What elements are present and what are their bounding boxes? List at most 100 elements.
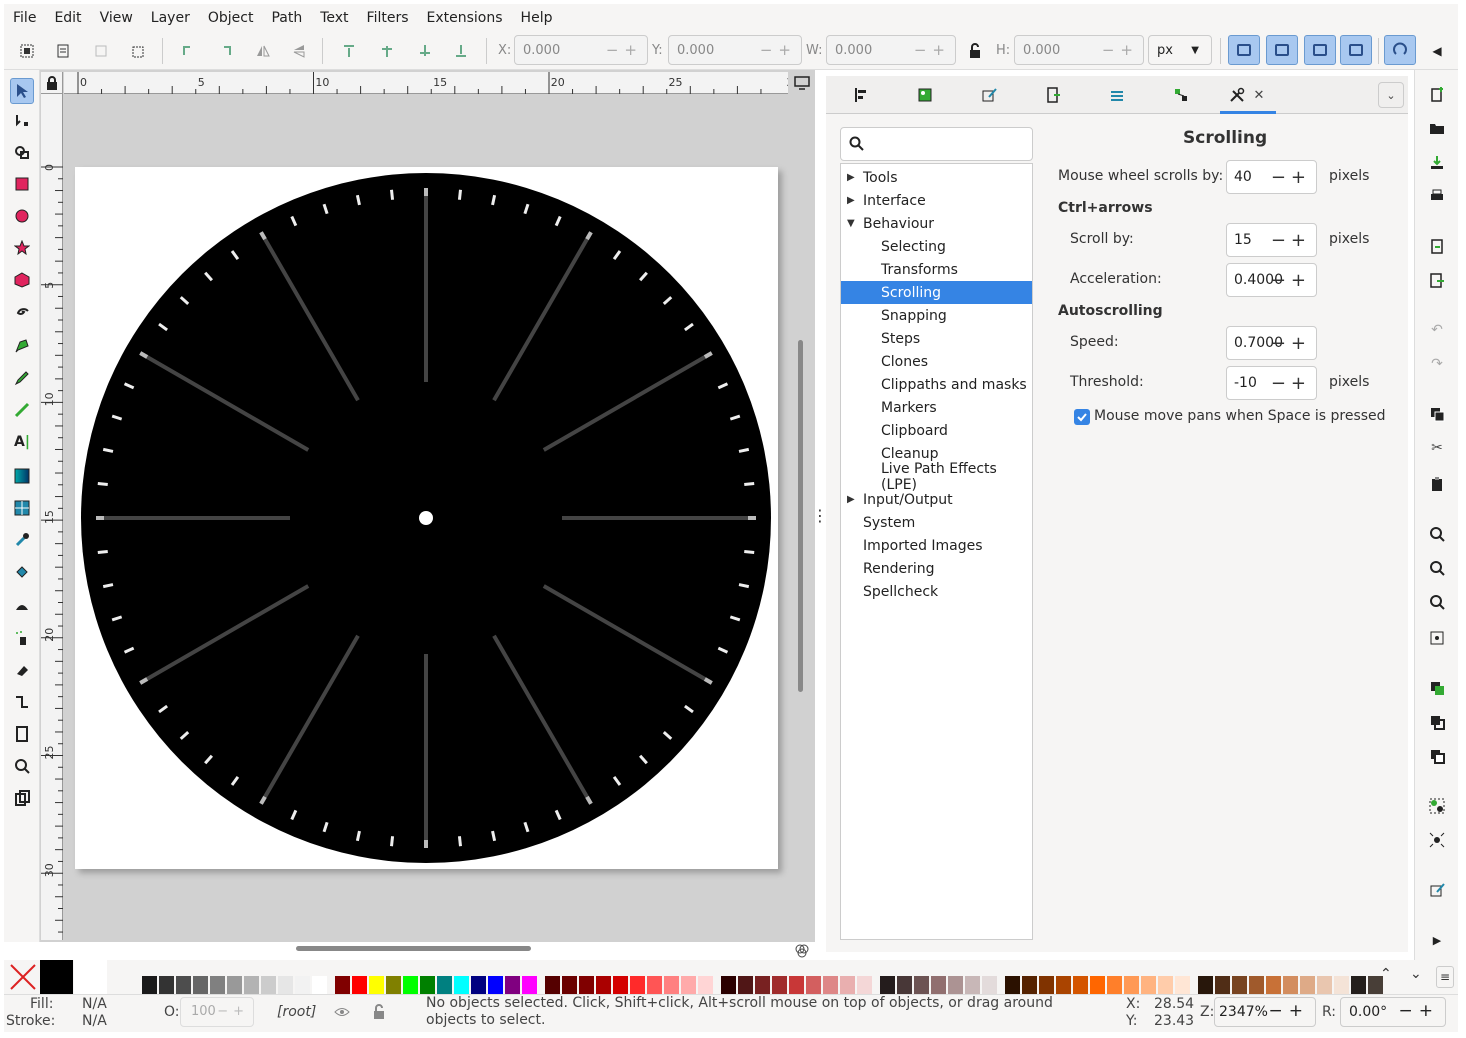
measure-tool-icon[interactable] xyxy=(12,788,32,808)
palette-menu-icon[interactable]: ≡ xyxy=(1436,966,1454,988)
tree-item-system[interactable]: System xyxy=(841,511,1032,534)
color-swatch[interactable] xyxy=(1351,976,1366,994)
color-managed-icon[interactable] xyxy=(791,942,813,960)
select-all-icon[interactable] xyxy=(16,40,38,62)
align-distribute-tab-icon[interactable] xyxy=(850,84,872,106)
pen-tool-icon[interactable] xyxy=(12,336,32,356)
tree-item-clones[interactable]: Clones xyxy=(841,350,1032,373)
new-document-icon[interactable] xyxy=(1427,84,1447,104)
layer-indicator[interactable]: [root] xyxy=(277,1004,316,1020)
unlink-clone-icon[interactable] xyxy=(1427,746,1447,766)
color-swatch[interactable] xyxy=(295,976,310,994)
layers-tab-icon[interactable] xyxy=(1106,84,1128,106)
menu-extensions[interactable]: Extensions xyxy=(418,10,512,26)
collapsed-arrow-icon[interactable]: ▶ xyxy=(847,195,855,206)
duplicate-icon[interactable] xyxy=(1427,678,1447,698)
color-swatch[interactable] xyxy=(471,976,486,994)
expanded-arrow-icon[interactable]: ▼ xyxy=(847,218,855,229)
spray-tool-icon[interactable] xyxy=(12,628,32,648)
color-swatch[interactable] xyxy=(738,976,753,994)
scrollby-spinbutton[interactable]: 15 −+ xyxy=(1226,223,1317,257)
x-field[interactable]: 0.000 −+ xyxy=(514,35,648,65)
color-swatch[interactable] xyxy=(437,976,452,994)
color-swatch[interactable] xyxy=(562,976,577,994)
panel-resize-handle[interactable]: ⋮ xyxy=(812,500,828,530)
color-swatch[interactable] xyxy=(1266,976,1281,994)
3d-box-tool-icon[interactable] xyxy=(12,270,32,290)
touch-select-icon[interactable] xyxy=(128,40,150,62)
color-swatch[interactable] xyxy=(312,976,327,994)
color-swatch[interactable] xyxy=(897,976,912,994)
color-swatch[interactable] xyxy=(1056,976,1071,994)
move-gradients-toggle[interactable] xyxy=(1304,35,1336,65)
star-tool-icon[interactable] xyxy=(12,238,32,258)
color-swatch[interactable] xyxy=(545,976,560,994)
color-swatch[interactable] xyxy=(1334,976,1349,994)
tree-item-tools[interactable]: ▶ Tools xyxy=(841,166,1032,189)
group-icon[interactable] xyxy=(1427,796,1447,816)
text-tool-icon[interactable]: A | xyxy=(12,432,32,452)
move-patterns-toggle[interactable] xyxy=(1340,35,1372,65)
color-swatch[interactable] xyxy=(159,976,174,994)
ungroup-icon[interactable] xyxy=(1427,830,1447,850)
acceleration-spinbutton[interactable]: 0.4000 −+ xyxy=(1226,263,1317,297)
pencil-tool-icon[interactable] xyxy=(12,368,32,388)
export-icon[interactable] xyxy=(1427,270,1447,290)
collapsed-arrow-icon[interactable]: ▶ xyxy=(847,494,855,505)
color-swatch[interactable] xyxy=(880,976,895,994)
color-swatch[interactable] xyxy=(982,976,997,994)
tree-item-behaviour[interactable]: ▼ Behaviour xyxy=(841,212,1032,235)
color-swatch[interactable] xyxy=(1141,976,1156,994)
color-swatch[interactable] xyxy=(505,976,520,994)
dropper-tool-icon[interactable] xyxy=(12,530,32,550)
color-swatch[interactable] xyxy=(681,976,696,994)
color-swatch[interactable] xyxy=(369,976,384,994)
rectangle-tool-icon[interactable] xyxy=(12,174,32,194)
rotate-cw-icon[interactable] xyxy=(214,40,236,62)
color-swatch[interactable] xyxy=(352,976,367,994)
color-swatch[interactable] xyxy=(840,976,855,994)
node-tool-icon[interactable] xyxy=(12,110,32,130)
tree-item-transforms[interactable]: Transforms xyxy=(841,258,1032,281)
close-tab-icon[interactable]: ✕ xyxy=(1248,84,1270,106)
calligraphy-tool-icon[interactable] xyxy=(12,400,32,420)
clone-icon[interactable] xyxy=(1427,712,1447,732)
vertical-scrollbar[interactable] xyxy=(798,340,803,692)
flip-horizontal-icon[interactable] xyxy=(252,40,274,62)
color-swatch[interactable] xyxy=(772,976,787,994)
color-swatch[interactable] xyxy=(931,976,946,994)
color-swatch[interactable] xyxy=(210,976,225,994)
menu-filters[interactable]: Filters xyxy=(358,10,418,26)
space-pan-checkbox[interactable] xyxy=(1074,409,1090,425)
eraser-tool-icon[interactable] xyxy=(12,660,32,680)
color-swatch[interactable] xyxy=(261,976,276,994)
color-swatch[interactable] xyxy=(1317,976,1332,994)
deselect-icon[interactable] xyxy=(90,40,112,62)
color-swatch[interactable] xyxy=(1232,976,1247,994)
shape-builder-icon[interactable] xyxy=(12,142,32,162)
lock-icon[interactable] xyxy=(964,40,986,62)
menu-object[interactable]: Object xyxy=(199,10,263,26)
cut-icon[interactable]: ✂ xyxy=(1427,438,1447,458)
connector-tool-icon[interactable] xyxy=(12,692,32,712)
unit-dropdown[interactable]: px ▼ xyxy=(1148,35,1212,65)
color-swatch[interactable] xyxy=(1107,976,1122,994)
wheel-spinbutton[interactable]: 40 −+ xyxy=(1226,160,1317,194)
mesh-tool-icon[interactable] xyxy=(12,498,32,518)
snap-toggle[interactable] xyxy=(1384,35,1416,65)
color-swatch[interactable] xyxy=(1073,976,1088,994)
color-swatch[interactable] xyxy=(1090,976,1105,994)
color-swatch[interactable] xyxy=(596,976,611,994)
horizontal-scrollbar[interactable] xyxy=(296,946,531,951)
tree-item-steps[interactable]: Steps xyxy=(841,327,1032,350)
guide-lock-icon[interactable] xyxy=(41,72,63,94)
zoom-selection-icon[interactable] xyxy=(1427,524,1447,544)
scale-corners-toggle[interactable] xyxy=(1266,35,1298,65)
tree-item-snapping[interactable]: Snapping xyxy=(841,304,1032,327)
color-swatch[interactable] xyxy=(176,976,191,994)
color-swatch[interactable] xyxy=(664,976,679,994)
color-swatch[interactable] xyxy=(335,976,350,994)
color-swatch[interactable] xyxy=(698,976,713,994)
lower-icon[interactable] xyxy=(414,40,436,62)
color-swatch[interactable] xyxy=(1005,976,1020,994)
